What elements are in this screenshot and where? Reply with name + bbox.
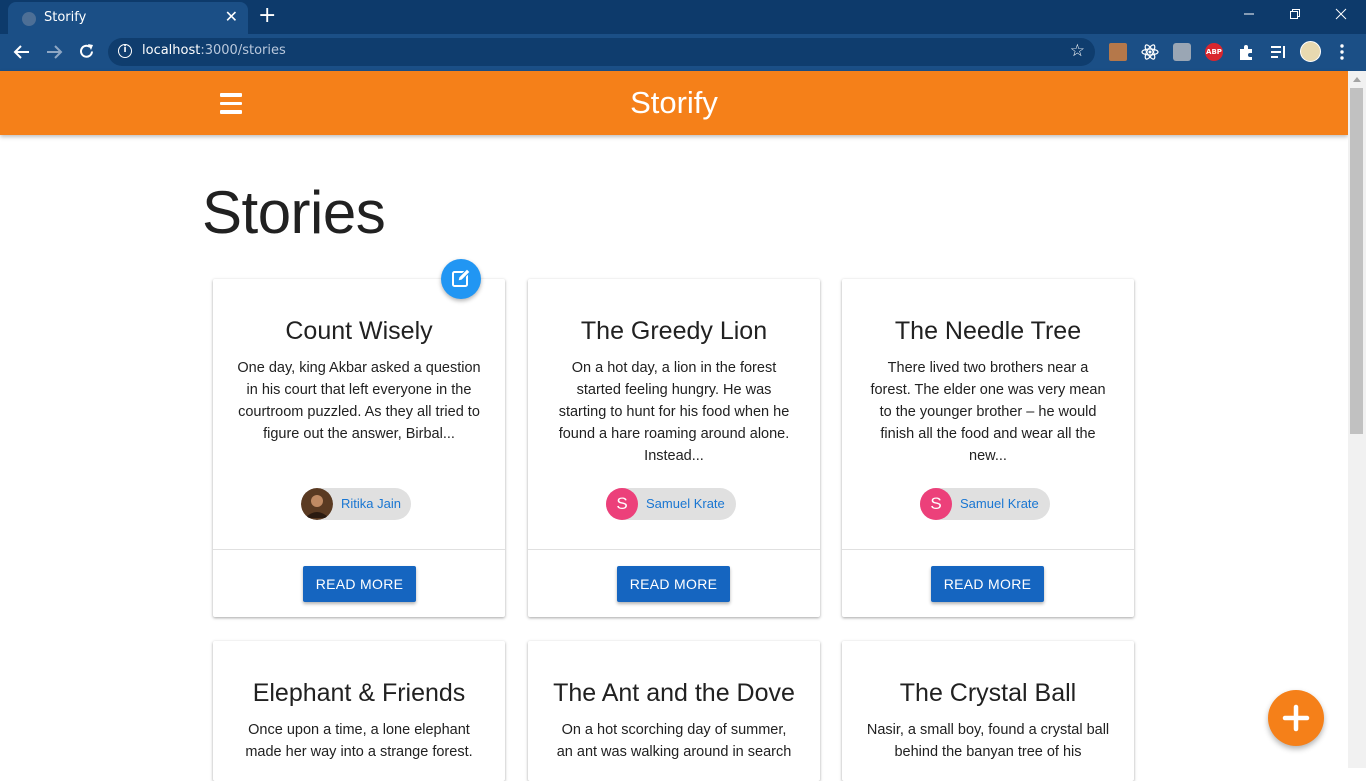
url-text: localhost:3000/stories [142,43,286,58]
browser-toolbar: i localhost:3000/stories ☆ ABP [0,34,1366,71]
back-icon[interactable] [13,44,31,60]
browser-tab-strip: Storify ✕ + [0,0,1366,34]
extensions-puzzle-icon[interactable] [1237,43,1255,61]
extension-box-icon[interactable] [1173,43,1191,61]
story-card: The Crystal Ball Nasir, a small boy, fou… [842,641,1134,781]
edit-story-button[interactable] [441,259,481,299]
author-avatar [301,488,333,520]
tab-title: Storify [44,10,87,25]
forward-icon[interactable] [45,44,63,60]
adblock-icon[interactable]: ABP [1205,43,1223,61]
story-title: The Crystal Ball [899,679,1077,707]
extension-image-icon[interactable] [1109,43,1127,61]
edit-icon [452,268,471,287]
card-divider [213,549,505,550]
react-devtools-icon[interactable] [1141,43,1159,61]
site-info-icon[interactable]: i [118,44,132,58]
close-window-icon[interactable] [1335,8,1347,20]
author-chip[interactable]: Ritika Jain [301,488,411,520]
app-header: Storify [0,71,1348,135]
brand-title: Storify [630,85,718,120]
story-excerpt: One day, king Akbar asked a question in … [237,360,481,442]
story-title: The Greedy Lion [580,317,768,345]
globe-icon [22,12,36,26]
story-card: The Ant and the Dove On a hot scorching … [528,641,820,781]
bookmark-star-icon[interactable]: ☆ [1070,41,1085,61]
story-title: Count Wisely [285,317,433,345]
browser-menu-icon[interactable] [1336,43,1354,61]
story-title: The Ant and the Dove [553,679,795,707]
minimize-icon[interactable] [1243,8,1255,20]
url-host: localhost [142,43,201,58]
card-divider [842,549,1134,550]
author-name: Ritika Jain [341,496,401,511]
plus-icon [1282,704,1310,732]
author-chip[interactable]: S Samuel Krate [920,488,1050,520]
story-card: Elephant & Friends Once upon a time, a l… [213,641,505,781]
author-chip[interactable]: S Samuel Krate [606,488,736,520]
card-divider [528,549,820,550]
new-tab-button[interactable]: + [258,5,276,27]
story-excerpt: Once upon a time, a lone elephant made h… [245,722,473,760]
story-card: Count Wisely One day, king Akbar asked a… [213,279,505,617]
story-card: The Greedy Lion On a hot day, a lion in … [528,279,820,617]
story-excerpt: On a hot day, a lion in the forest start… [558,360,790,464]
story-excerpt: On a hot scorching day of summer, an ant… [556,722,792,760]
media-queue-icon[interactable] [1269,43,1287,61]
add-story-button[interactable] [1268,690,1324,746]
scroll-up-arrow-icon[interactable] [1353,77,1361,82]
page-scrollbar[interactable] [1348,71,1366,768]
reload-icon[interactable] [78,43,95,60]
read-more-button[interactable]: READ MORE [931,566,1044,602]
read-more-button[interactable]: READ MORE [303,566,416,602]
story-title: The Needle Tree [894,317,1082,345]
restore-icon[interactable] [1289,8,1301,20]
author-avatar: S [920,488,952,520]
close-tab-icon[interactable]: ✕ [225,8,238,26]
page-title: Stories [202,179,386,246]
author-name: Samuel Krate [646,496,725,511]
url-path: :3000/stories [200,43,286,58]
address-bar[interactable]: i localhost:3000/stories ☆ [108,38,1095,66]
story-excerpt: Nasir, a small boy, found a crystal ball… [866,722,1110,760]
scrollbar-thumb[interactable] [1350,88,1363,434]
author-avatar: S [606,488,638,520]
author-name: Samuel Krate [960,496,1039,511]
story-excerpt: There lived two brothers near a forest. … [870,360,1106,464]
story-title: Elephant & Friends [252,679,466,707]
story-card: The Needle Tree There lived two brothers… [842,279,1134,617]
read-more-button[interactable]: READ MORE [617,566,730,602]
profile-avatar[interactable] [1300,41,1321,62]
browser-tab[interactable]: Storify ✕ [8,2,248,34]
